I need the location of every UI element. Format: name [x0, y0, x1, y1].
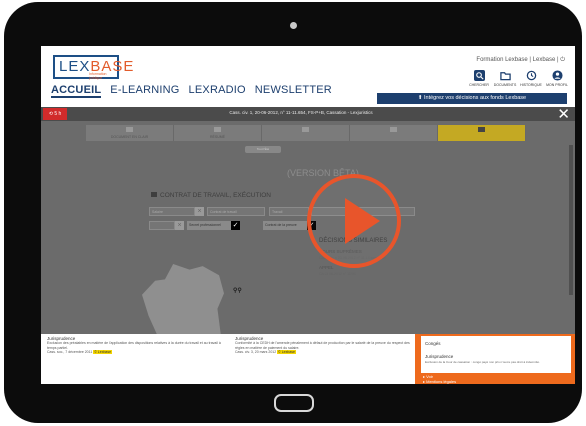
tab-liens[interactable]: [350, 125, 438, 141]
history-badge[interactable]: ⟲ 5 h: [43, 108, 67, 120]
filter-chip[interactable]: Travail: [269, 207, 309, 216]
filter-chip[interactable]: [149, 221, 175, 230]
section-title: CONTRAT DE TRAVAIL, EXÉCUTION: [151, 192, 271, 199]
tool-historique[interactable]: HISTORIQUE: [517, 70, 545, 87]
link-icon: [390, 127, 397, 132]
folder-icon: [499, 72, 511, 81]
tab-jurisprudence[interactable]: [438, 125, 526, 141]
nav-accueil[interactable]: ACCUEIL: [51, 84, 102, 98]
filter-label: Contrat de la preuve: [263, 221, 307, 230]
play-icon: [345, 198, 380, 244]
scrollbar[interactable]: [569, 145, 573, 295]
remove-filter-icon[interactable]: ×: [175, 221, 184, 230]
close-icon[interactable]: ✕: [557, 105, 570, 123]
document-title: Cass. civ. 1, 20-06-2012, n° 11-11.654, …: [229, 110, 373, 115]
map-pin-icon[interactable]: ⚲⚲: [233, 287, 242, 294]
tab-resume[interactable]: RÉSUMÉ: [174, 125, 262, 141]
home-button[interactable]: [274, 394, 314, 412]
similar-link[interactable]: CA Ct 06-2012 n° 11/04: [319, 272, 387, 276]
news-card[interactable]: Jurisprudence Exclusion des préalables e…: [47, 336, 227, 355]
map-icon: [478, 127, 485, 132]
document-icon: [126, 127, 133, 132]
nav-e-learning[interactable]: E-LEARNING: [110, 84, 179, 98]
source-link[interactable]: © Lexbase: [93, 350, 113, 354]
nav-lexradio[interactable]: LEXRADIO: [189, 84, 246, 98]
tab-analyse[interactable]: [262, 125, 350, 141]
upload-icon: ⬆: [417, 95, 423, 101]
main-nav: ACCUEIL E-LEARNING LEXRADIO NEWSLETTER: [51, 84, 332, 98]
summary-icon: [214, 127, 221, 132]
news-card[interactable]: Jurisprudence Conformité à la CEDH de l'…: [235, 336, 415, 355]
history-icon: [526, 70, 536, 81]
side-card[interactable]: Congés Jurisprudence Exclusion de la Cou…: [421, 336, 571, 373]
filter-label: Secret professionnel: [187, 221, 231, 230]
tool-documents[interactable]: DOCUMENTS: [491, 70, 519, 87]
clock-icon: ⟲: [48, 111, 53, 117]
side-panel: Congés Jurisprudence Exclusion de la Cou…: [415, 334, 575, 384]
search-icon: [473, 70, 485, 81]
user-icon: [551, 70, 563, 81]
source-link[interactable]: © Lexbase: [277, 350, 296, 354]
tag-icon: [151, 192, 157, 197]
logo-subtitle: Information juridique: [89, 72, 107, 80]
filter-chip[interactable]: Contrat de travail: [207, 207, 265, 216]
logo[interactable]: LEXBASE Information juridique: [53, 55, 133, 80]
integrate-button[interactable]: ⬆ Intégrez vos décisions aux fonds Lexba…: [377, 93, 567, 104]
side-link[interactable]: ▸ Mentions légales: [423, 379, 456, 384]
filter-chip[interactable]: Salaire: [149, 207, 195, 216]
play-button[interactable]: [307, 174, 401, 268]
tool-chercher[interactable]: CHERCHER: [465, 70, 493, 87]
period-pill[interactable]: Tout l'Été: [245, 146, 281, 153]
tablet-frame: LEXBASE Information juridique ACCUEIL E-…: [4, 2, 582, 423]
tab-document[interactable]: DOCUMENT EN CLAIR: [86, 125, 174, 141]
account-line[interactable]: Formation Lexbase | Lexbase | ⏻: [476, 57, 565, 64]
nav-newsletter[interactable]: NEWSLETTER: [255, 84, 332, 98]
checkbox[interactable]: ✓: [231, 221, 240, 230]
tool-profil[interactable]: MON PROFIL: [543, 70, 571, 87]
book-icon: [302, 127, 309, 132]
screen: LEXBASE Information juridique ACCUEIL E-…: [41, 46, 575, 384]
power-icon[interactable]: ⏻: [560, 57, 565, 63]
remove-filter-icon[interactable]: ×: [195, 207, 204, 216]
document-tabs: DOCUMENT EN CLAIR RÉSUMÉ: [86, 125, 526, 141]
camera-icon: [290, 22, 297, 29]
